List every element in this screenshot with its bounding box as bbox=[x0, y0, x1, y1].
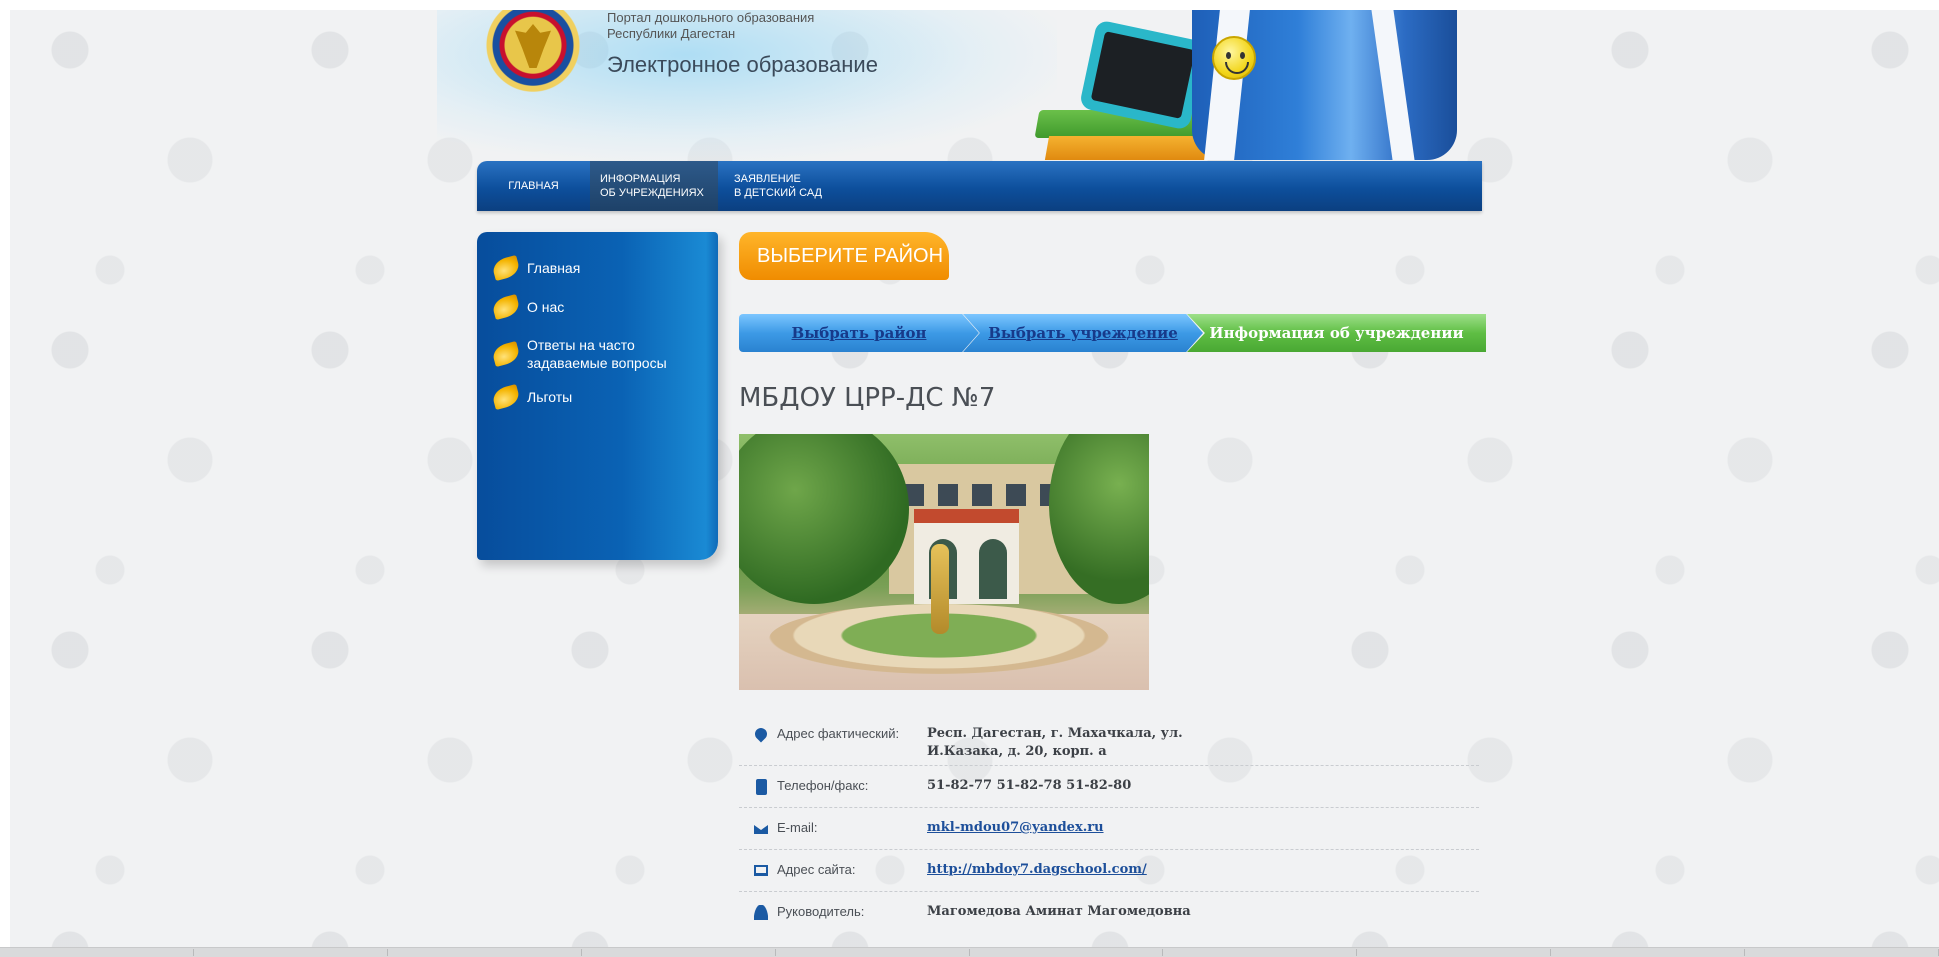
institution-title: МБДОУ ЦРР-ДС №7 bbox=[739, 383, 996, 413]
nav-home[interactable]: ГЛАВНАЯ bbox=[477, 161, 590, 211]
step-institution-info-label: Информация об учреждении bbox=[1209, 324, 1464, 342]
info-row-address: Адрес фактический: Респ. Дагестан, г. Ма… bbox=[739, 718, 1479, 766]
info-label-website: Адрес сайта: bbox=[777, 862, 856, 877]
sidebar-item-benefits[interactable]: Льготы bbox=[490, 383, 573, 411]
sidebar-item-faq[interactable]: Ответы на часто задаваемые вопросы bbox=[490, 336, 683, 372]
leaf-icon bbox=[490, 254, 522, 282]
nav-institutions-info-line2: ОБ УЧРЕЖДЕНИЯХ bbox=[600, 187, 704, 199]
leaf-icon bbox=[490, 340, 522, 368]
website-link[interactable]: http://mbdoy7.dagschool.com/ bbox=[927, 861, 1147, 879]
smiley-icon bbox=[1212, 36, 1256, 80]
sidebar-item-label: Ответы на часто задаваемые вопросы bbox=[527, 337, 667, 371]
info-label-email: E-mail: bbox=[777, 820, 818, 835]
step-choose-district[interactable]: Выбрать район bbox=[739, 314, 979, 352]
info-label-director: Руководитель: bbox=[777, 904, 865, 919]
nav-institutions-info-line1: ИНФОРМАЦИЯ bbox=[600, 173, 681, 185]
sidebar-menu: Главная О нас Ответы на часто задаваемые… bbox=[477, 232, 718, 560]
site-title[interactable]: Электронное образование bbox=[607, 52, 878, 78]
portal-subtitle-line2: Республики Дагестан bbox=[607, 26, 736, 41]
sidebar-item-label: Льготы bbox=[527, 389, 573, 405]
institution-info-table: Адрес фактический: Респ. Дагестан, г. Ма… bbox=[739, 718, 1479, 932]
leaf-icon bbox=[490, 293, 522, 321]
step-choose-district-link[interactable]: Выбрать район bbox=[792, 324, 927, 342]
portal-subtitle-line1: Портал дошкольного образования bbox=[607, 10, 815, 25]
sidebar-item-label: О нас bbox=[527, 299, 565, 315]
nav-application-line2: В ДЕТСКИЙ САД bbox=[734, 187, 822, 199]
mail-icon bbox=[751, 819, 771, 839]
top-navigation: ГЛАВНАЯ ИНФОРМАЦИЯ ОБ УЧРЕЖДЕНИЯХ ЗАЯВЛЕ… bbox=[477, 161, 1482, 211]
info-row-phone: Телефон/факс: 51-82-77 51-82-78 51-82-80 bbox=[739, 766, 1479, 808]
step-choose-institution-link[interactable]: Выбрать учреждение bbox=[988, 324, 1178, 342]
bottom-scroll-strip bbox=[0, 947, 1939, 957]
info-label-phone: Телефон/факс: bbox=[777, 778, 869, 793]
leaf-icon bbox=[490, 383, 522, 411]
institution-photo bbox=[739, 434, 1149, 690]
email-link[interactable]: mkl-mdou07@yandex.ru bbox=[927, 819, 1104, 837]
info-value-phone: 51-82-77 51-82-78 51-82-80 bbox=[927, 778, 1132, 793]
breadcrumb-steps: Выбрать район Выбрать учреждение Информа… bbox=[739, 314, 1486, 352]
sidebar-item-label: Главная bbox=[527, 260, 581, 276]
choose-district-button[interactable]: ВЫБЕРИТЕ РАЙОН bbox=[739, 232, 949, 280]
sidebar-item-about[interactable]: О нас bbox=[490, 293, 565, 321]
info-row-email: E-mail: mkl-mdou07@yandex.ru bbox=[739, 808, 1479, 850]
user-icon bbox=[751, 903, 771, 923]
info-row-website: Адрес сайта: http://mbdoy7.dagschool.com… bbox=[739, 850, 1479, 892]
nav-home-label: ГЛАВНАЯ bbox=[508, 180, 559, 192]
info-value-address: Респ. Дагестан, г. Махачкала, ул. И.Каза… bbox=[927, 726, 1183, 759]
site-header: Портал дошкольного образования Республик… bbox=[437, 10, 1482, 162]
step-choose-institution[interactable]: Выбрать учреждение bbox=[963, 314, 1203, 352]
nav-application-line1: ЗАЯВЛЕНИЕ bbox=[734, 173, 801, 185]
monitor-icon bbox=[751, 861, 771, 881]
sidebar-item-home[interactable]: Главная bbox=[490, 254, 581, 282]
info-value-director: Магомедова Аминат Магомедовна bbox=[927, 904, 1191, 919]
step-institution-info: Информация об учреждении bbox=[1187, 314, 1486, 352]
phone-icon bbox=[751, 777, 771, 797]
info-label-address: Адрес фактический: bbox=[777, 726, 900, 741]
nav-kindergarten-application[interactable]: ЗАЯВЛЕНИЕ В ДЕТСКИЙ САД bbox=[718, 161, 858, 211]
location-pin-icon bbox=[751, 725, 771, 745]
info-row-director: Руководитель: Магомедова Аминат Магомедо… bbox=[739, 892, 1479, 932]
nav-institutions-info[interactable]: ИНФОРМАЦИЯ ОБ УЧРЕЖДЕНИЯХ bbox=[590, 161, 718, 211]
